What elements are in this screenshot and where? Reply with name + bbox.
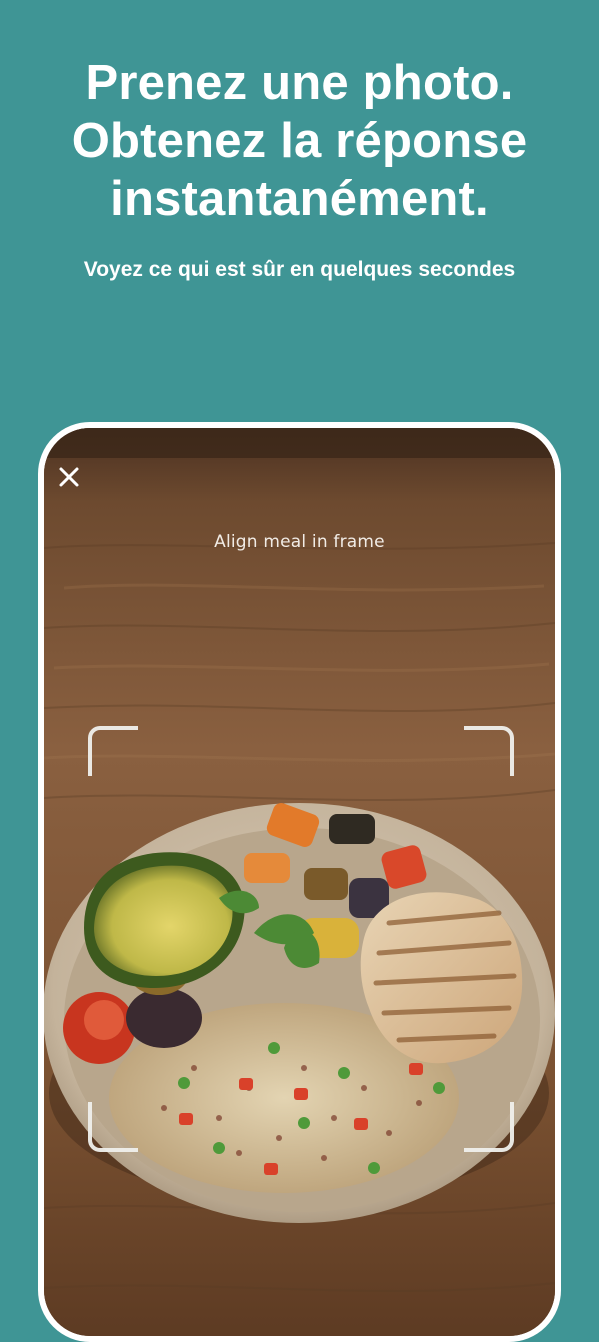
headline: Prenez une photo. Obtenez la réponse ins… [0,54,599,228]
frame-corner-bottom-left [88,1102,138,1152]
frame-corner-bottom-right [464,1102,514,1152]
camera-preview-photo [44,428,555,1336]
frame-corner-top-right [464,726,514,776]
frame-corner-top-left [88,726,138,776]
close-icon [59,467,79,487]
close-button[interactable] [56,464,82,490]
headline-line-2: Obtenez la réponse [71,114,528,168]
phone-mockup: Align meal in frame [38,422,561,1342]
align-hint: Align meal in frame [214,532,385,552]
headline-line-3: instantanément. [110,172,489,226]
headline-line-1: Prenez une photo. [85,56,514,110]
subheadline: Voyez ce qui est sûr en quelques seconde… [83,258,516,281]
